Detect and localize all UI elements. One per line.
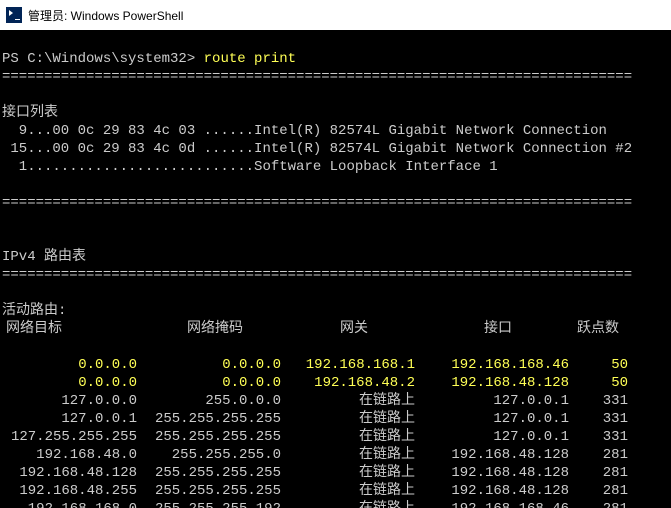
iface-list-title: 接口列表 bbox=[2, 105, 58, 121]
route-metric: 281 bbox=[573, 482, 632, 500]
route-row: 192.168.48.128255.255.255.255在链路上192.168… bbox=[2, 464, 671, 482]
route-mask: 255.255.255.255 bbox=[141, 482, 285, 500]
route-gw: 在链路上 bbox=[285, 446, 419, 464]
route-gw: 在链路上 bbox=[285, 428, 419, 446]
route-mask: 255.255.255.255 bbox=[141, 428, 285, 446]
route-metric: 331 bbox=[573, 392, 632, 410]
route-dest: 0.0.0.0 bbox=[2, 356, 141, 374]
route-gw: 在链路上 bbox=[285, 500, 419, 508]
route-iface: 127.0.0.1 bbox=[419, 392, 573, 410]
route-metric: 281 bbox=[573, 464, 632, 482]
route-iface: 192.168.48.128 bbox=[419, 464, 573, 482]
route-row: 192.168.168.0255.255.255.192在链路上192.168.… bbox=[2, 500, 671, 508]
route-dest: 192.168.48.0 bbox=[2, 446, 141, 464]
route-dest: 192.168.48.128 bbox=[2, 464, 141, 482]
route-iface: 192.168.168.46 bbox=[419, 500, 573, 508]
route-dest: 0.0.0.0 bbox=[2, 374, 141, 392]
route-row: 127.0.0.0255.0.0.0在链路上127.0.0.1331 bbox=[2, 392, 671, 410]
route-dest: 192.168.48.255 bbox=[2, 482, 141, 500]
hdr-metric: 跃点数 bbox=[577, 320, 636, 338]
route-metric: 50 bbox=[573, 374, 632, 392]
route-mask: 255.255.255.192 bbox=[141, 500, 285, 508]
hdr-gw: 网关 bbox=[289, 320, 423, 338]
route-iface: 192.168.168.46 bbox=[419, 356, 573, 374]
route-iface: 192.168.48.128 bbox=[419, 374, 573, 392]
divider: ========================================… bbox=[2, 266, 671, 284]
active-routes-title: 活动路由: bbox=[2, 303, 66, 319]
command: route print bbox=[204, 51, 296, 67]
route-dest: 127.0.0.1 bbox=[2, 410, 141, 428]
hdr-dest: 网络目标 bbox=[2, 320, 145, 338]
divider: ========================================… bbox=[2, 194, 671, 212]
route-row: 127.255.255.255255.255.255.255在链路上127.0.… bbox=[2, 428, 671, 446]
route-header-row: 网络目标 网络掩码 网关 接口 跃点数 bbox=[2, 320, 671, 338]
console-output[interactable]: PS C:\Windows\system32> route print ====… bbox=[0, 30, 671, 508]
divider: ========================================… bbox=[2, 68, 671, 86]
route-dest: 127.255.255.255 bbox=[2, 428, 141, 446]
route-gw: 在链路上 bbox=[285, 464, 419, 482]
route-metric: 281 bbox=[573, 446, 632, 464]
route-gw: 在链路上 bbox=[285, 482, 419, 500]
route-mask: 255.255.255.255 bbox=[141, 464, 285, 482]
route-iface: 127.0.0.1 bbox=[419, 428, 573, 446]
iface-line: 1...........................Software Loo… bbox=[2, 158, 671, 176]
route-row: 192.168.48.0255.255.255.0在链路上192.168.48.… bbox=[2, 446, 671, 464]
route-metric: 331 bbox=[573, 428, 632, 446]
route-gw: 在链路上 bbox=[285, 392, 419, 410]
iface-line: 15...00 0c 29 83 4c 0d ......Intel(R) 82… bbox=[2, 140, 671, 158]
ipv4-title: IPv4 路由表 bbox=[2, 249, 86, 265]
route-metric: 331 bbox=[573, 410, 632, 428]
route-gw: 192.168.48.2 bbox=[285, 374, 419, 392]
route-dest: 192.168.168.0 bbox=[2, 500, 141, 508]
route-iface: 127.0.0.1 bbox=[419, 410, 573, 428]
route-row: 0.0.0.00.0.0.0192.168.48.2192.168.48.128… bbox=[2, 374, 671, 392]
powershell-icon bbox=[6, 7, 22, 23]
route-gw: 在链路上 bbox=[285, 410, 419, 428]
route-gw: 192.168.168.1 bbox=[285, 356, 419, 374]
route-mask: 255.255.255.255 bbox=[141, 410, 285, 428]
route-metric: 50 bbox=[573, 356, 632, 374]
hdr-iface: 接口 bbox=[423, 320, 577, 338]
route-iface: 192.168.48.128 bbox=[419, 446, 573, 464]
route-mask: 0.0.0.0 bbox=[141, 356, 285, 374]
route-row: 0.0.0.00.0.0.0192.168.168.1192.168.168.4… bbox=[2, 356, 671, 374]
hdr-mask: 网络掩码 bbox=[145, 320, 289, 338]
route-mask: 0.0.0.0 bbox=[141, 374, 285, 392]
window-title: 管理员: Windows PowerShell bbox=[28, 7, 183, 24]
route-mask: 255.0.0.0 bbox=[141, 392, 285, 410]
prompt: PS C:\Windows\system32> bbox=[2, 51, 195, 67]
route-dest: 127.0.0.0 bbox=[2, 392, 141, 410]
route-iface: 192.168.48.128 bbox=[419, 482, 573, 500]
route-metric: 281 bbox=[573, 500, 632, 508]
route-row: 192.168.48.255255.255.255.255在链路上192.168… bbox=[2, 482, 671, 500]
iface-line: 9...00 0c 29 83 4c 03 ......Intel(R) 825… bbox=[2, 122, 671, 140]
route-mask: 255.255.255.0 bbox=[141, 446, 285, 464]
route-row: 127.0.0.1255.255.255.255在链路上127.0.0.1331 bbox=[2, 410, 671, 428]
window-titlebar[interactable]: 管理员: Windows PowerShell bbox=[0, 0, 671, 30]
